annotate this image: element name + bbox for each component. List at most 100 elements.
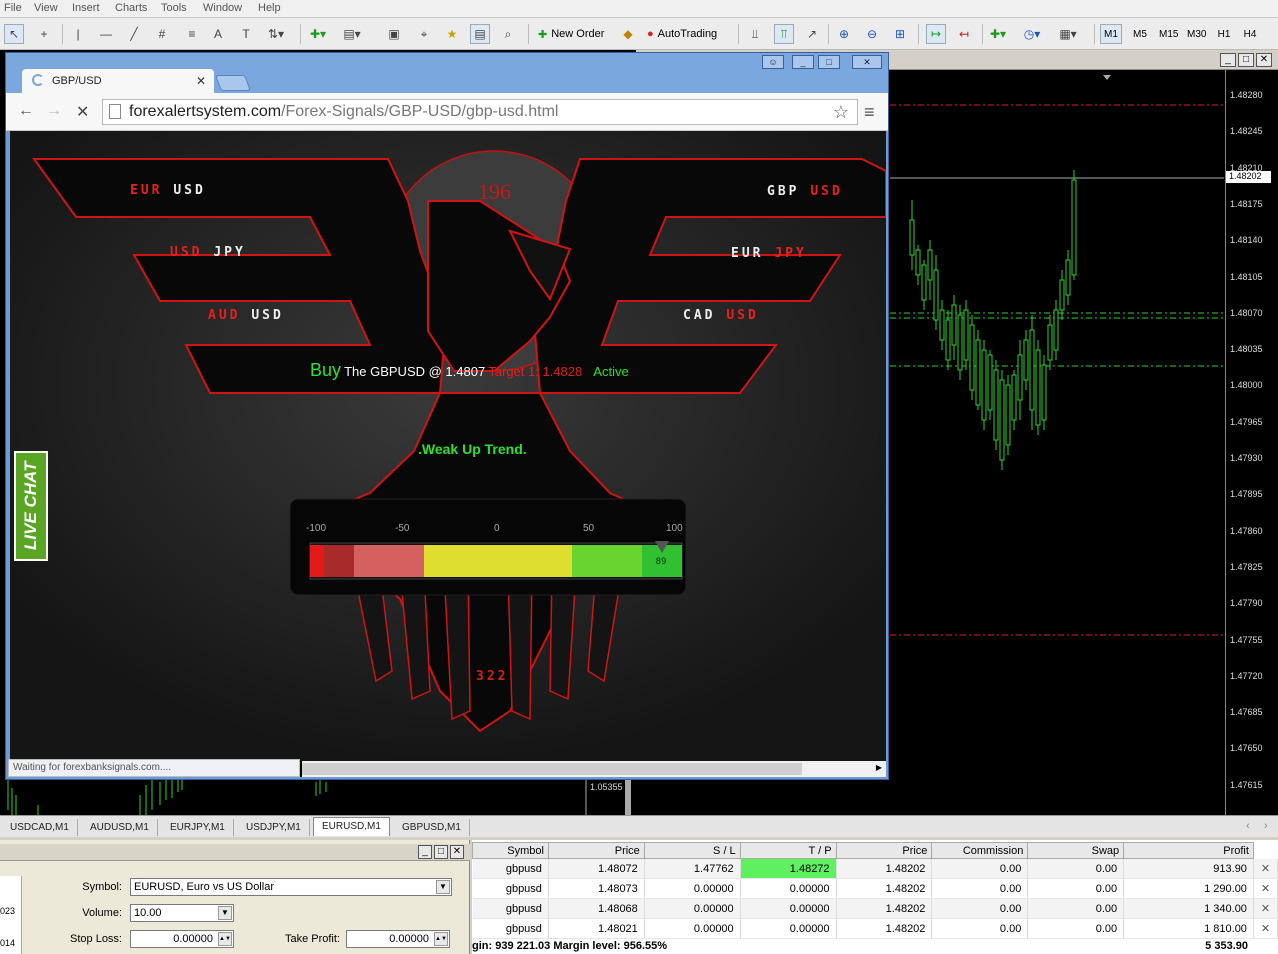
new-order-button[interactable]: ✚ New Order [535,24,607,44]
col-tp[interactable]: T / P [739,842,837,859]
bookmark-star-icon[interactable]: ☆ [833,102,849,123]
tf-h4-button[interactable]: H4 [1240,24,1260,44]
menu-help[interactable]: Help [258,2,281,14]
vertical-line-icon[interactable]: | [68,24,88,44]
stepper-icon[interactable]: ▲▼ [218,932,232,946]
chart-tab-eurjpy[interactable]: EURJPY,M1 [162,819,234,836]
tf-m5-button[interactable]: M5 [1130,24,1150,44]
market-watch-icon[interactable]: ▣ [384,24,404,44]
col-symbol[interactable]: Symbol [472,842,549,859]
chart-tab-usdcad[interactable]: USDCAD,M1 [2,819,78,836]
chart-shift-icon[interactable]: ↤ [954,24,974,44]
menu-view[interactable]: View [34,2,58,14]
pair-gbpusd[interactable]: GBP USD [767,184,843,199]
address-bar[interactable]: forexalertsystem.com/Forex-Signals/GBP-U… [102,99,858,125]
templates-icon[interactable]: ▦▾ [1058,24,1078,44]
scroll-right-icon[interactable]: ▶ [876,763,882,772]
chart-tab-usdjpy[interactable]: USDJPY,M1 [238,819,310,836]
chart-tab-audusd[interactable]: AUDUSD,M1 [82,819,158,836]
chevron-down-icon[interactable]: ▼ [218,906,232,920]
bar-chart-icon[interactable]: ⫫ [745,24,765,44]
col-commission[interactable]: Commission [931,842,1029,859]
new-chart-icon[interactable]: ✚▾ [308,24,328,44]
chevron-down-icon[interactable]: ▼ [436,880,450,894]
pair-usdjpy[interactable]: USD JPY [170,245,246,260]
crosshair-icon[interactable]: + [34,24,54,44]
live-chat-button[interactable]: LIVE CHAT [14,451,48,561]
pair-eurjpy[interactable]: EUR JPY [731,246,807,261]
tf-m1-button[interactable]: M1 [1100,24,1122,44]
chart-tab-eurusd[interactable]: EURUSD,M1 [313,817,390,836]
menu-icon[interactable]: ≡ [864,102,875,123]
arrows-icon[interactable]: ⇅▾ [266,24,286,44]
order-minimize-button[interactable]: _ [418,845,432,859]
order-close-button[interactable]: ✕ [450,845,464,859]
close-trade-icon[interactable]: ✕ [1253,858,1278,879]
tester-icon[interactable]: ⌕ [498,24,518,44]
trendline-icon[interactable]: ╱ [124,24,144,44]
navigator-icon[interactable]: ⌖ [414,24,434,44]
scrollbar-thumb[interactable] [302,763,802,775]
trade-row[interactable]: gbpusd 1.48072 1.47762 1.48272 1.48202 0.00 0.… [472,858,1278,879]
new-tab-button[interactable] [215,75,251,91]
col-profit[interactable]: Profit [1123,842,1254,859]
menu-charts[interactable]: Charts [115,2,147,14]
zoom-out-icon[interactable]: ⊖ [862,24,882,44]
autoscroll-icon[interactable]: ↦ [926,24,946,44]
col-swap[interactable]: Swap [1027,842,1125,859]
menu-window[interactable]: Window [203,2,242,14]
menu-file[interactable]: File [4,2,22,14]
tile-windows-icon[interactable]: ⊞ [890,24,910,44]
maximize-button[interactable]: □ [1238,53,1254,67]
browser-minimize-button[interactable]: _ [792,55,814,69]
col-current-price[interactable]: Price [835,842,933,859]
user-icon[interactable]: ☺ [762,55,784,69]
close-trade-icon[interactable]: ✕ [1253,918,1278,939]
tab-scroll-left-icon[interactable]: ‹ [1246,820,1250,832]
cursor-icon[interactable]: ↖ [4,24,24,44]
metaeditor-icon[interactable]: ◆ [618,24,638,44]
menu-tools[interactable]: Tools [161,2,187,14]
stop-icon[interactable]: ✕ [76,102,89,122]
close-trade-icon[interactable]: ✕ [1253,898,1278,919]
minimize-button[interactable]: _ [1220,53,1236,67]
channel-icon[interactable]: # [152,24,172,44]
volume-select[interactable]: 10.00 ▼ [130,904,234,922]
forward-icon[interactable]: → [46,102,62,120]
label-icon[interactable]: T [236,24,256,44]
autotrading-button[interactable]: ● AutoTrading [644,24,720,44]
tab-scroll-right-icon[interactable]: › [1264,820,1268,832]
stop-loss-input[interactable]: 0.00000 ▲▼ [130,930,234,948]
pair-audusd[interactable]: AUD USD [208,308,284,323]
browser-tab[interactable]: GBP/USD ✕ [22,69,214,93]
candlestick-icon[interactable]: ⫪ [774,24,794,44]
menu-insert[interactable]: Insert [72,2,100,14]
text-icon[interactable]: A [208,24,228,44]
horizontal-scrollbar[interactable]: ▶ [302,761,886,777]
take-profit-input[interactable]: 0.00000 ▲▼ [346,930,450,948]
horizontal-line-icon[interactable]: — [96,24,116,44]
tf-m30-button[interactable]: M30 [1184,24,1209,44]
favorites-icon[interactable]: ★ [442,24,462,44]
stepper-icon[interactable]: ▲▼ [434,932,448,946]
symbol-select[interactable]: EURUSD, Euro vs US Dollar ▼ [130,878,452,896]
indicators-icon[interactable]: ✚▾ [988,24,1008,44]
chart-tab-gbpusd[interactable]: GBPUSD,M1 [394,819,470,836]
close-button[interactable]: ✕ [1256,53,1272,67]
zoom-in-icon[interactable]: ⊕ [834,24,854,44]
order-maximize-button[interactable]: □ [434,845,448,859]
browser-close-button[interactable]: ✕ [852,55,882,69]
periods-icon[interactable]: ◷▾ [1022,24,1042,44]
trade-row[interactable]: gbpusd 1.48068 0.00000 0.00000 1.48202 0.00 0.… [472,898,1278,919]
trade-row[interactable]: gbpusd 1.48073 0.00000 0.00000 1.48202 0.00 0.… [472,878,1278,899]
pair-eurusd[interactable]: EUR USD [130,183,206,198]
terminal-icon[interactable]: ▤ [470,24,490,44]
line-chart-icon[interactable]: ↗ [802,24,822,44]
tf-m15-button[interactable]: M15 [1156,24,1181,44]
profiles-icon[interactable]: ▤▾ [342,24,362,44]
col-price[interactable]: Price [547,842,645,859]
trade-row[interactable]: gbpusd 1.48021 0.00000 0.00000 1.48202 0.00 0.… [472,918,1278,939]
pair-cadusd[interactable]: CAD USD [683,308,759,323]
fibonacci-icon[interactable]: ≡ [182,24,202,44]
tf-h1-button[interactable]: H1 [1214,24,1234,44]
